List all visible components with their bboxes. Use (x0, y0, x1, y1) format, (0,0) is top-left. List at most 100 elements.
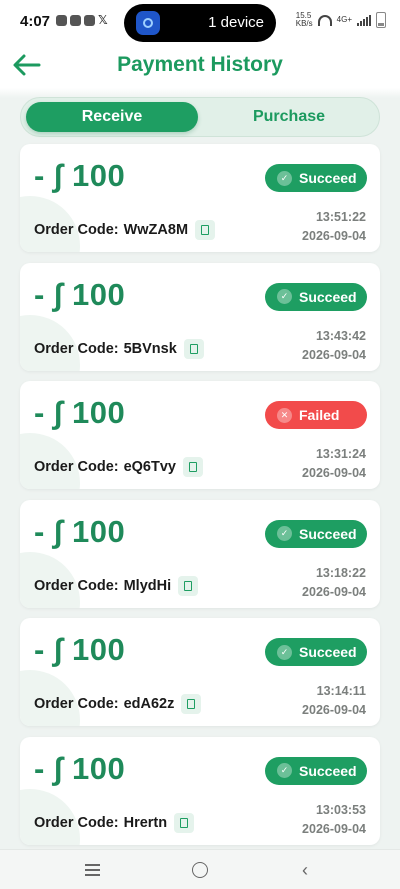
order-code-label: Order Code: (34, 340, 119, 357)
network-speed-unit: KB/s (295, 19, 313, 28)
tab-receive[interactable]: Receive (26, 102, 198, 132)
capcut-icon (84, 15, 95, 26)
order-date: 2026-09-04 (302, 821, 366, 836)
copy-order-code-button[interactable] (195, 220, 216, 240)
tab-purchase[interactable]: Purchase (203, 102, 375, 132)
check-circle-icon: ✓ (277, 526, 292, 541)
payment-amount: - ∫ 100 (34, 158, 126, 193)
order-code-value: MlydHi (123, 577, 172, 594)
back-nav-icon[interactable]: ‹ (302, 860, 308, 881)
order-time: 13:51:22 (315, 210, 366, 224)
x-circle-icon: ✕ (277, 407, 292, 423)
system-navigation-bar: ‹ (0, 849, 400, 889)
status-label: Succeed (299, 644, 357, 660)
order-timestamp: 13:14:11 2026-09-04 (302, 682, 366, 720)
check-circle-icon: ✓ (277, 644, 292, 660)
payment-list: - ∫ 100 ✓ Succeed Order Code: WwZA8M 13:… (20, 144, 380, 855)
payment-amount: - ∫ 100 (34, 395, 126, 430)
order-code-value: edA62z (123, 696, 175, 712)
order-code-label: Order Code: (34, 696, 119, 712)
copy-order-code-button[interactable] (174, 812, 195, 833)
order-date: 2026-09-04 (302, 229, 366, 243)
status-badge: ✓ Succeed (265, 519, 367, 548)
home-icon[interactable] (192, 862, 208, 878)
order-code-value: WwZA8M (123, 222, 189, 238)
order-code-label: Order Code: (34, 222, 119, 238)
order-timestamp: 13:51:22 2026-09-04 (302, 208, 366, 246)
payment-amount: - ∫ 100 (34, 513, 126, 549)
payment-card[interactable]: - ∫ 100 ✓ Succeed Order Code: 5BVnsk 13:… (20, 262, 380, 371)
order-time: 13:43:42 (315, 328, 366, 343)
order-timestamp: 13:18:22 2026-09-04 (302, 564, 366, 602)
order-code-value: 5BVnsk (123, 340, 177, 357)
notification-icons: 𝕏 (56, 13, 108, 27)
status-label: Succeed (299, 170, 357, 186)
status-badge: ✓ Succeed (265, 164, 367, 192)
nfc-device-icon (136, 11, 160, 35)
order-date: 2026-09-04 (302, 703, 366, 717)
copy-order-code-button[interactable] (183, 338, 204, 359)
gmail-icon (70, 15, 81, 26)
order-code-label: Order Code: (34, 577, 119, 594)
history-type-tabs: Receive Purchase (20, 97, 380, 137)
system-indicators: 15.5 KB/s 4G+ (296, 12, 386, 28)
status-badge: ✓ Succeed (265, 282, 367, 311)
app-header: Payment History (0, 44, 400, 88)
order-code-value: eQ6Tvy (123, 459, 176, 475)
network-speed: 15.5 KB/s (296, 12, 313, 28)
order-time: 13:31:24 (315, 447, 366, 461)
order-timestamp: 13:31:24 2026-09-04 (302, 445, 366, 483)
status-badge: ✓ Succeed (265, 638, 367, 666)
status-label: Failed (299, 407, 340, 423)
copy-icon (187, 699, 196, 709)
check-circle-icon: ✓ (277, 289, 292, 304)
payment-amount: - ∫ 100 (34, 276, 126, 312)
copy-order-code-button[interactable] (183, 457, 203, 477)
order-timestamp: 13:43:42 2026-09-04 (302, 327, 366, 365)
order-code-row: Order Code: Hrertn (34, 812, 195, 833)
recent-apps-icon[interactable] (85, 864, 100, 876)
order-code-row: Order Code: edA62z (34, 694, 202, 714)
signal-icon (357, 14, 371, 26)
order-code-value: Hrertn (123, 814, 168, 831)
payment-card[interactable]: - ∫ 100 ✓ Succeed Order Code: edA62z 13:… (20, 618, 380, 726)
order-code-label: Order Code: (34, 459, 119, 475)
status-label: Succeed (299, 762, 357, 779)
order-code-row: Order Code: eQ6Tvy (34, 457, 203, 477)
payment-card[interactable]: - ∫ 100 ✓ Succeed Order Code: MlydHi 13:… (20, 499, 380, 608)
copy-icon (184, 580, 193, 591)
check-circle-icon: ✓ (277, 763, 292, 778)
copy-icon (189, 462, 197, 472)
copy-icon (189, 343, 198, 354)
facebook-icon (56, 15, 67, 26)
payment-amount: - ∫ 100 (34, 750, 126, 786)
order-date: 2026-09-04 (302, 466, 366, 480)
status-label: Succeed (299, 288, 357, 305)
status-time: 4:07 (20, 13, 51, 30)
order-code-row: Order Code: 5BVnsk (34, 338, 204, 359)
x-icon: 𝕏 (98, 13, 108, 27)
payment-amount: - ∫ 100 (34, 632, 126, 667)
payment-card[interactable]: - ∫ 100 ✓ Succeed Order Code: Hrertn 13:… (20, 736, 380, 845)
copy-order-code-button[interactable] (178, 575, 199, 596)
order-time: 13:03:53 (315, 802, 366, 817)
battery-icon (376, 12, 386, 28)
payment-card[interactable]: - ∫ 100 ✓ Succeed Order Code: WwZA8M 13:… (20, 144, 380, 252)
island-text: 1 device (208, 14, 264, 31)
dynamic-island[interactable]: 1 device (124, 4, 276, 42)
page-title: Payment History (117, 53, 283, 76)
status-badge: ✓ Succeed (265, 756, 367, 785)
order-date: 2026-09-04 (302, 347, 366, 362)
order-time: 13:14:11 (316, 684, 366, 698)
copy-icon (180, 817, 189, 828)
status-badge: ✕ Failed (265, 401, 367, 429)
payment-card[interactable]: - ∫ 100 ✕ Failed Order Code: eQ6Tvy 13:3… (20, 381, 380, 489)
order-date: 2026-09-04 (302, 584, 366, 599)
order-code-row: Order Code: MlydHi (34, 575, 199, 596)
copy-order-code-button[interactable] (181, 694, 202, 714)
order-code-row: Order Code: WwZA8M (34, 220, 216, 240)
order-timestamp: 13:03:53 2026-09-04 (302, 801, 366, 839)
status-label: Succeed (299, 525, 357, 542)
wifi-icon (317, 14, 332, 26)
network-type: 4G+ (336, 15, 352, 24)
